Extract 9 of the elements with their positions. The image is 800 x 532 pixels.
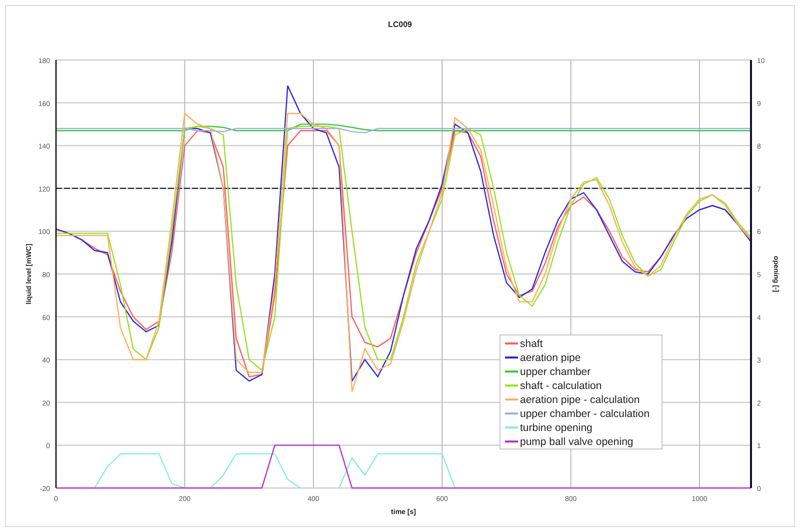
legend-label: aeration pipe - calculation xyxy=(520,394,640,406)
chart-title: LC009 xyxy=(388,20,412,29)
legend-label: pump ball valve opening xyxy=(520,436,634,448)
legend-label: shaft - calculation xyxy=(520,380,602,392)
legend-label: turbine opening xyxy=(520,422,592,434)
legend-label: upper chamber - calculation xyxy=(520,408,650,420)
legend-label: aeration pipe xyxy=(520,352,581,364)
legend-label: shaft xyxy=(520,338,543,350)
legend-label: upper chamber xyxy=(520,366,591,378)
